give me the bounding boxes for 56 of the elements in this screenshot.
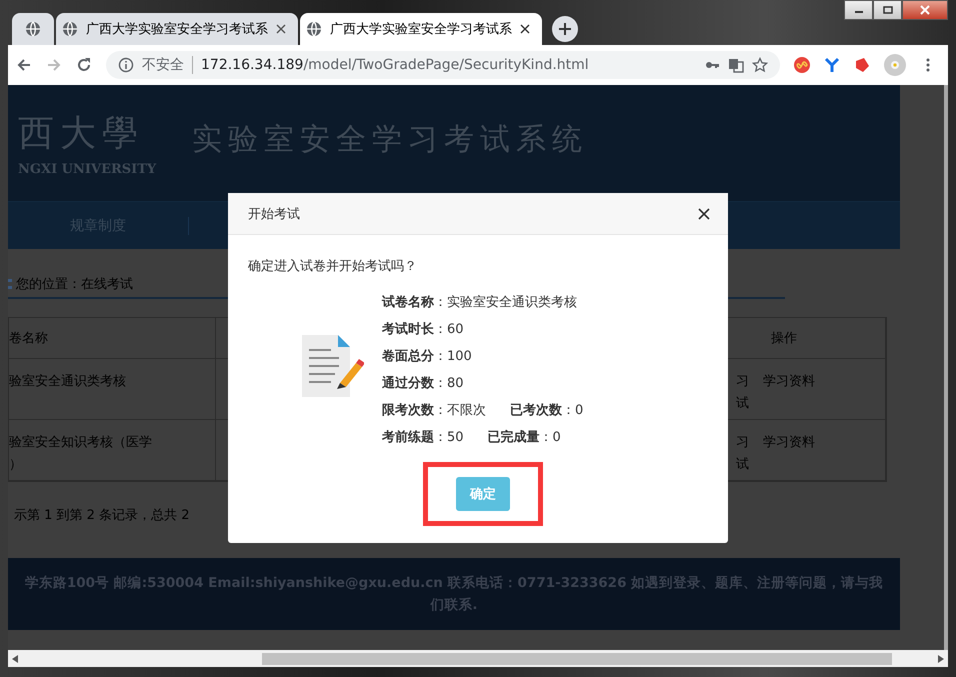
extension-icon[interactable] (824, 57, 840, 73)
plus-icon (557, 21, 573, 37)
browser-tab[interactable]: 广西大学实验室安全学习考试系 (56, 13, 298, 45)
tab-title: 广西大学实验室安全学习考试系 (86, 21, 268, 38)
close-icon[interactable] (520, 24, 530, 34)
star-icon[interactable] (752, 57, 768, 73)
exam-info: 通过分数：80 (382, 375, 464, 392)
pagination-info: 示第 1 到第 2 条记录，总共 2 (13, 507, 190, 524)
back-icon[interactable] (16, 57, 32, 73)
action-link[interactable]: 习 (736, 432, 749, 454)
maximize-icon (882, 6, 892, 14)
action-link[interactable]: 习 (736, 371, 749, 393)
close-button[interactable] (902, 0, 948, 20)
exam-info: 卷面总分：100 (382, 348, 472, 365)
scroll-right-icon[interactable] (938, 654, 944, 662)
exam-info: 试卷名称：实验室安全通识类考核 (382, 294, 577, 311)
maximize-button[interactable] (873, 0, 902, 20)
minimize-button[interactable] (844, 0, 873, 20)
address-bar[interactable]: 不安全 172.16.34.189/model/TwoGradePage/SecurityKind.html (106, 51, 780, 79)
action-link[interactable]: 试 (736, 454, 749, 476)
globe-icon (25, 21, 41, 37)
security-label: 不安全 (142, 56, 193, 74)
close-icon (919, 5, 931, 15)
browser-tab[interactable] (12, 13, 54, 45)
action-link[interactable]: 试 (736, 393, 749, 415)
breadcrumb: 您的位置：在线考试 (16, 276, 133, 293)
confirm-button[interactable]: 确定 (456, 477, 510, 511)
exam-info: 考试时长：60 (382, 321, 464, 338)
scroll-left-icon[interactable] (12, 654, 18, 662)
exam-info: 考前练题：50 (382, 429, 464, 446)
info-icon[interactable] (118, 57, 134, 73)
close-icon[interactable] (698, 208, 710, 220)
action-link[interactable]: 学习资料 (763, 371, 815, 393)
exam-info: 限考次数：不限次 (382, 402, 486, 419)
new-tab-button[interactable] (552, 16, 578, 42)
extension-icon[interactable] (854, 57, 870, 73)
dialog-title: 开始考试 (248, 206, 300, 222)
column-header: 卷名称 (9, 318, 216, 359)
globe-icon (306, 21, 322, 37)
document-edit-icon (302, 335, 364, 397)
exam-info: 已完成量：0 (488, 428, 561, 446)
url-text: 172.16.34.189/model/TwoGradePage/SecurityKind.html (201, 57, 589, 73)
globe-icon (62, 21, 78, 37)
reload-icon[interactable] (76, 57, 92, 73)
bullet-icon (8, 278, 12, 290)
table-cell: 验室安全通识类考核 (9, 359, 216, 420)
extension-icon[interactable] (794, 57, 810, 73)
table-cell: 验室安全知识考核（医学 ） (9, 420, 216, 481)
tab-title: 广西大学实验室安全学习考试系 (330, 21, 512, 38)
close-icon[interactable] (276, 24, 286, 34)
scrollbar-thumb[interactable] (262, 652, 892, 664)
exam-info: 已考次数：0 (510, 402, 584, 419)
dialog-question: 确定进入试卷并开始考试吗？ (248, 258, 418, 275)
action-link[interactable]: 学习资料 (763, 432, 815, 454)
translate-icon[interactable] (728, 57, 744, 73)
browser-tab[interactable]: 广西大学实验室安全学习考试系 (300, 13, 542, 45)
